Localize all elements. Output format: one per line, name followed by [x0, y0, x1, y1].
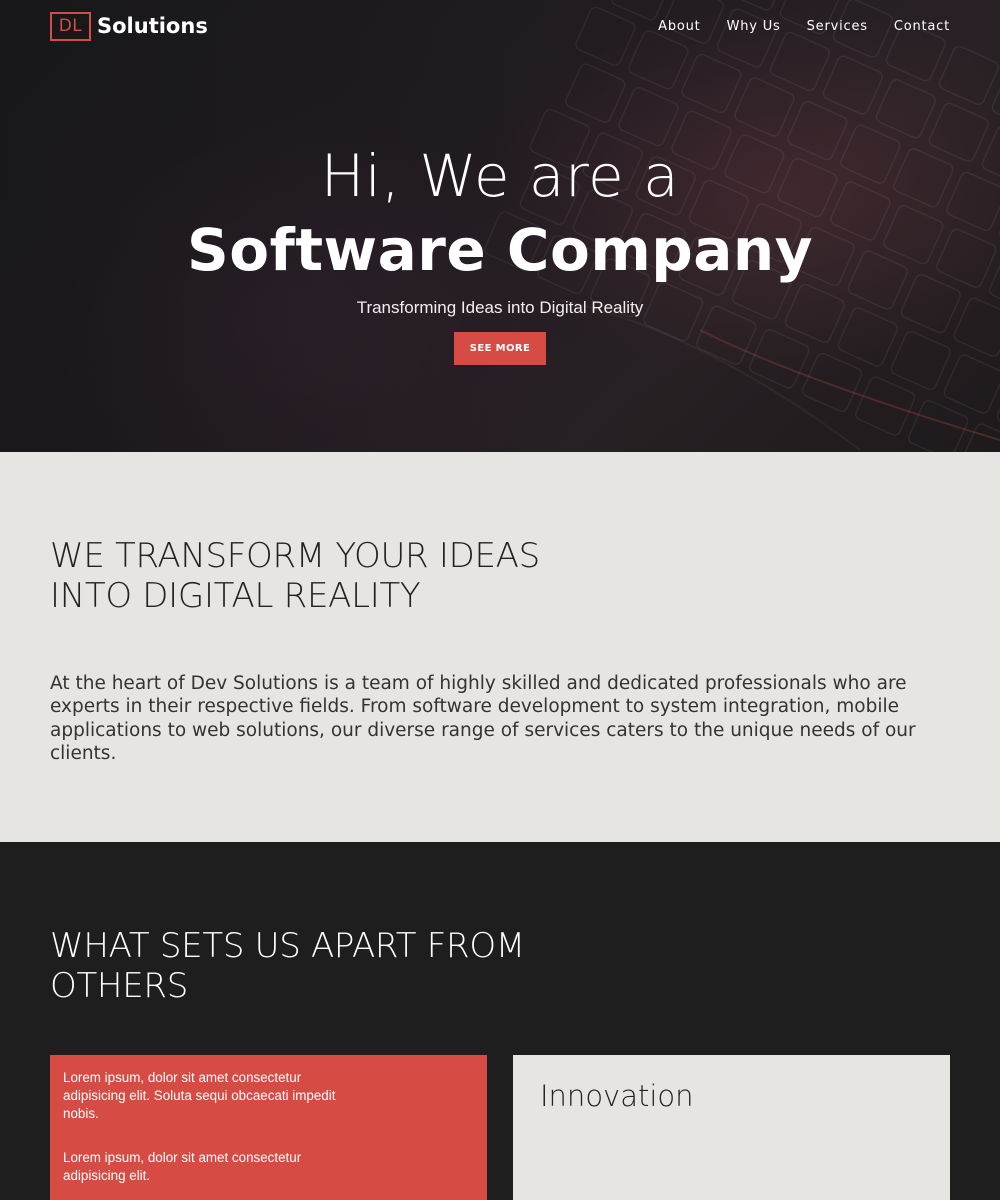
feature-card-text-2: Lorem ipsum, dolor sit amet consectetur … — [63, 1150, 302, 1183]
top-navigation: DL Solutions About Why Us Services Conta… — [50, 10, 950, 42]
hero-content: Hi, We are a Software Company Transformi… — [0, 138, 1000, 365]
transform-section: WE TRANSFORM YOUR IDEAS INTO DIGITAL REA… — [0, 452, 1000, 842]
nav-links: About Why Us Services Contact — [658, 19, 950, 34]
logo-mark-text: DL — [58, 16, 83, 36]
hero-heading-line2: Software Company — [186, 216, 814, 284]
feature-card-innovation: Innovation — [513, 1055, 950, 1200]
transform-heading-line1: WE TRANSFORM YOUR IDEAS — [50, 536, 540, 576]
hero-section: DL Solutions About Why Us Services Conta… — [0, 0, 1000, 452]
transform-heading-line2: INTO DIGITAL REALITY — [50, 576, 421, 616]
nav-link-about[interactable]: About — [658, 19, 700, 34]
nav-link-contact[interactable]: Contact — [894, 19, 950, 34]
logo-mark: DL — [50, 11, 91, 41]
feature-card-title: Innovation — [540, 1079, 694, 1113]
see-more-button[interactable]: SEE MORE — [454, 332, 546, 365]
hero-heading-line1: Hi, We are a — [320, 142, 680, 210]
apart-heading: WHAT SETS US APART FROM OTHERS — [50, 926, 610, 1006]
apart-section: WHAT SETS US APART FROM OTHERS Lorem ips… — [0, 842, 1000, 1200]
apart-heading-line1: WHAT SETS US APART FROM — [50, 926, 525, 966]
nav-link-services[interactable]: Services — [807, 19, 868, 34]
feature-card-red: Lorem ipsum, dolor sit amet consectetur … — [50, 1055, 487, 1200]
apart-heading-line2: OTHERS — [50, 966, 188, 1006]
brand-logo[interactable]: DL Solutions — [50, 11, 208, 41]
feature-card-text-1: Lorem ipsum, dolor sit amet consectetur … — [63, 1070, 336, 1121]
logo-text: Solutions — [97, 14, 208, 38]
transform-heading: WE TRANSFORM YOUR IDEAS INTO DIGITAL REA… — [50, 536, 610, 616]
feature-cards: Lorem ipsum, dolor sit amet consectetur … — [50, 1055, 950, 1200]
nav-link-why-us[interactable]: Why Us — [727, 19, 781, 34]
hero-tagline: Transforming Ideas into Digital Reality — [356, 298, 644, 317]
transform-description: At the heart of Dev Solutions is a team … — [50, 673, 916, 764]
